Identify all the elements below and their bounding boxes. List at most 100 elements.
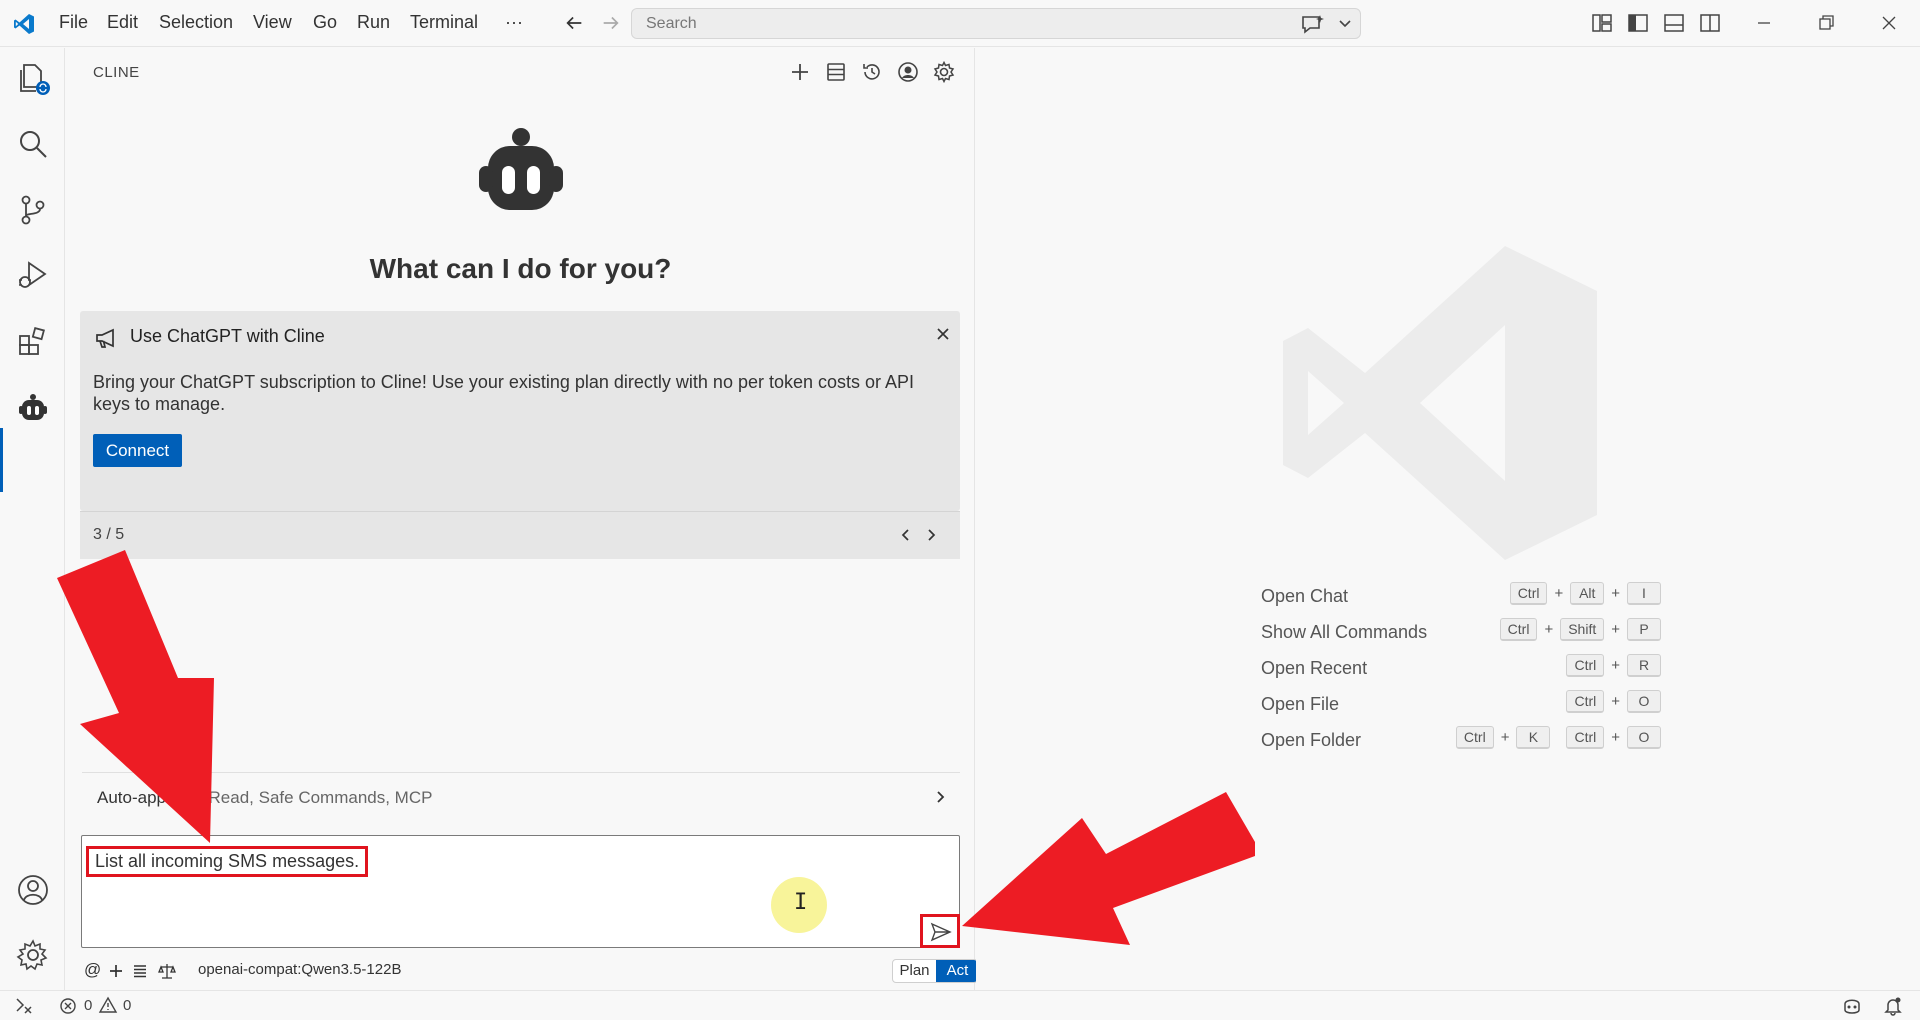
keycap: K [1516,726,1551,749]
mcp-servers-icon[interactable] [824,60,848,84]
hero-title: What can I do for you? [369,253,672,284]
restore-icon[interactable] [1815,12,1837,34]
menu-view[interactable]: View [253,12,292,33]
cline-icon[interactable] [16,392,50,426]
shortcut-label[interactable]: Open File [1261,694,1339,715]
search-icon[interactable] [16,127,50,161]
shortcut-keys: Ctrl + R [1566,654,1661,677]
menu-run[interactable]: Run [357,12,390,33]
key-plus: + [1611,693,1620,710]
menu-selection[interactable]: Selection [159,12,233,33]
connect-button[interactable]: Connect [93,434,182,467]
plan-mode-button[interactable]: Plan [893,960,936,982]
panel-title: CLINE [93,64,140,81]
keycap: I [1627,582,1661,605]
notifications-bell-icon[interactable] [1883,996,1903,1016]
history-icon[interactable] [860,60,884,84]
shortcut-keys: Ctrl + Alt + I [1509,582,1661,605]
act-mode-button[interactable]: Act [936,960,977,982]
manage-gear-icon[interactable] [16,938,50,972]
model-selector[interactable]: openai-compat:Qwen3.5-122B [198,961,401,978]
send-button[interactable] [920,914,960,948]
menu-file[interactable]: File [59,12,88,33]
keycap: Ctrl [1566,726,1605,749]
back-arrow-icon[interactable] [563,12,585,34]
chat-input[interactable]: List all incoming SMS messages. [81,835,960,948]
keycap: Shift [1560,618,1605,641]
chevron-down-icon[interactable] [1338,17,1352,31]
search-input[interactable]: Search [631,8,1361,39]
keycap: P [1627,618,1661,641]
cline-robot-logo-icon [479,128,563,210]
shortcut-row[interactable]: Open Chat Ctrl + Alt + I [1261,582,1661,610]
mention-at-icon[interactable]: @ [84,960,101,980]
remote-icon[interactable] [14,997,34,1015]
minimize-icon[interactable] [1753,12,1775,34]
shortcut-row[interactable]: Open Folder Ctrl + K Ctrl + O [1261,726,1661,754]
extensions-icon[interactable] [16,324,50,358]
shortcut-label[interactable]: Show All Commands [1261,622,1427,643]
close-icon[interactable] [935,326,951,342]
shortcut-keys: Ctrl + Shift + P [1499,618,1661,641]
key-plus: + [1554,585,1564,602]
chevron-right-icon[interactable] [932,788,948,806]
keycap: Ctrl [1509,582,1548,605]
chat-toolbar: @ openai-compat:Qwen3.5-122B Plan Act [80,956,978,986]
status-bar: 0 0 [0,990,1920,1020]
error-count[interactable]: 0 [84,997,92,1014]
account-icon[interactable] [16,873,50,907]
keycap: Ctrl [1566,690,1605,713]
key-plus: + [1500,729,1510,746]
toggle-secondary-sidebar-icon[interactable] [1699,12,1721,34]
source-control-icon[interactable] [16,193,50,227]
menu-go[interactable]: Go [313,12,337,33]
key-plus: + [1611,657,1620,674]
shortcut-keys: Ctrl + O [1566,690,1661,713]
keycap: R [1627,654,1661,677]
annotation-arrow-left [962,792,1255,945]
keycap: O [1627,690,1661,713]
rules-icon[interactable] [132,963,148,979]
run-debug-icon[interactable] [16,258,50,292]
model-scale-icon[interactable] [158,962,176,980]
pager-count: 3 / 5 [93,526,125,543]
chat-sparkle-icon[interactable] [1300,13,1326,35]
shortcut-row[interactable]: Show All Commands Ctrl + Shift + P [1261,618,1661,646]
customize-layout-icon[interactable] [1591,12,1613,34]
toggle-primary-sidebar-icon[interactable] [1627,12,1649,34]
annotation-arrow-down [57,550,214,843]
key-plus: + [1611,585,1620,602]
plan-act-toggle[interactable]: Plan Act [892,959,978,983]
menu-terminal[interactable]: Terminal [410,12,478,33]
add-context-plus-icon[interactable] [108,963,124,979]
shortcut-label[interactable]: Open Chat [1261,586,1348,607]
close-window-icon[interactable] [1878,12,1900,34]
chevron-right-icon[interactable] [923,526,939,544]
warning-icon[interactable] [98,996,118,1014]
announcement-body: Bring your ChatGPT subscription to Cline… [93,372,915,414]
title-bar: File Edit Selection View Go Run Terminal… [0,0,1920,47]
menu-edit[interactable]: Edit [107,12,138,33]
forward-arrow-icon[interactable] [600,12,622,34]
active-indicator [0,428,3,492]
explorer-icon[interactable] [16,62,50,96]
menu-more[interactable]: ··· [505,12,523,33]
account-circle-icon[interactable] [896,60,920,84]
vscode-watermark-icon [1283,246,1597,560]
error-icon[interactable] [59,997,77,1015]
search-placeholder: Search [646,15,697,32]
warning-count[interactable]: 0 [123,997,131,1014]
keycap: Ctrl [1566,654,1605,677]
new-task-plus-icon[interactable] [788,60,812,84]
shortcut-row[interactable]: Open File Ctrl + O [1261,690,1661,718]
toggle-panel-icon[interactable] [1663,12,1685,34]
shortcut-label[interactable]: Open Folder [1261,730,1361,751]
key-plus: + [1611,621,1620,638]
text-cursor-icon: I [794,890,808,915]
megaphone-icon [96,328,114,348]
copilot-icon[interactable] [1841,996,1863,1016]
shortcut-label[interactable]: Open Recent [1261,658,1367,679]
chevron-left-icon[interactable] [898,526,914,544]
settings-gear-icon[interactable] [932,60,956,84]
shortcut-row[interactable]: Open Recent Ctrl + R [1261,654,1661,682]
